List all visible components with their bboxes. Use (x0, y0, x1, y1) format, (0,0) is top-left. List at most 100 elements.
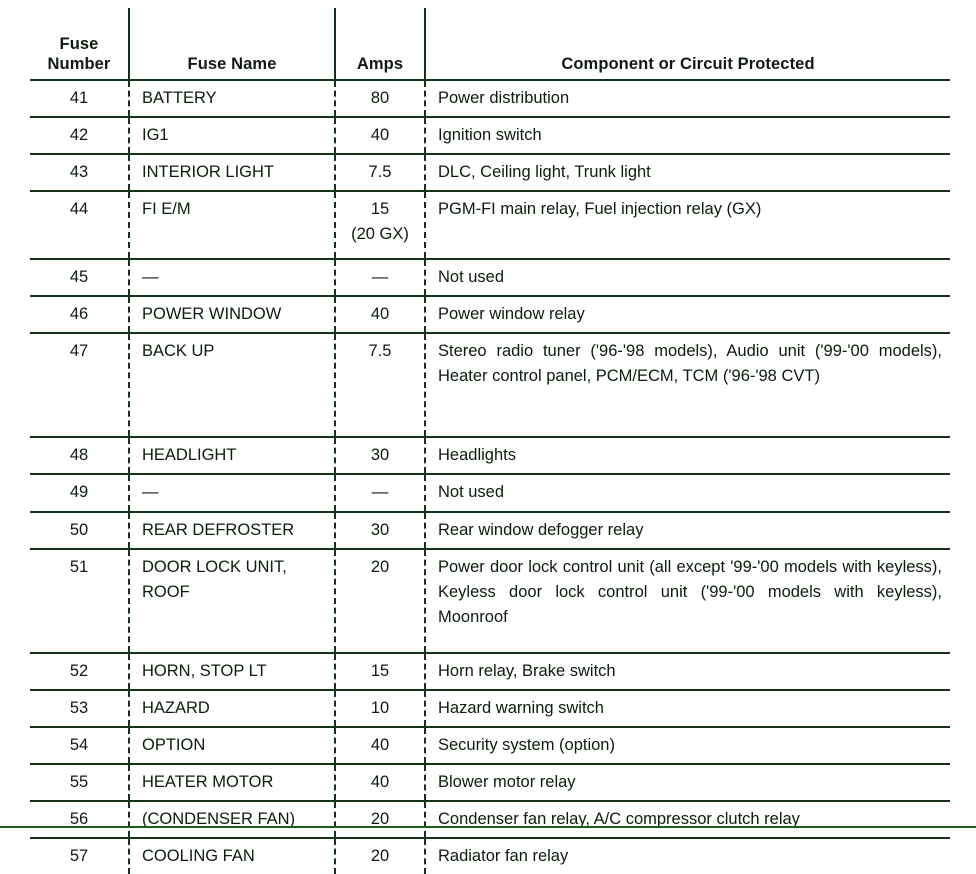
cell-fuse-number: 46 (30, 296, 129, 335)
cell-amps: 30 (334, 437, 425, 476)
cell-fuse-number: 52 (30, 652, 129, 691)
cell-fuse-name: (CONDENSER FAN) (128, 800, 335, 840)
cell-amps: 20 (334, 800, 425, 840)
table-header-row: Fuse Number Fuse Name Amps Component or … (30, 8, 950, 81)
cell-amps: 15 (20 GX) (334, 191, 425, 261)
cell-fuse-number: 43 (30, 154, 129, 193)
component-text: Power window relay (438, 305, 585, 324)
amps-value: 15 (370, 200, 390, 219)
table-row: 47 BACK UP 7.5 Stereo radio tuner ('96-'98 … (30, 333, 950, 439)
cell-amps: 40 (334, 296, 425, 335)
table-row: 42 IG1 40 Ignition switch (30, 117, 950, 156)
amps-value: 30 (370, 446, 390, 465)
cell-fuse-number: 48 (30, 437, 129, 476)
amps-value: — (371, 268, 389, 287)
amps-value: 20 (370, 557, 390, 576)
cell-amps: 7.5 (334, 333, 425, 439)
table-row: 49— — Not used (30, 474, 950, 513)
cell-fuse-number: 41 (30, 80, 129, 119)
column-header-component: Component or Circuit Protected (424, 8, 950, 81)
table-row: 46 POWER WINDOW 40 Power window relay (30, 296, 950, 335)
component-text: Radiator fan relay (438, 847, 569, 866)
component-text: Not used (438, 483, 505, 502)
table-row: 41 BATTERY 80 Power distribution (30, 80, 950, 119)
cell-component: Radiator fan relay (424, 838, 950, 874)
column-header-amps: Amps (334, 8, 425, 81)
amps-note: (20 GX) (351, 225, 409, 244)
table-row: 48 HEADLIGHT 30 Headlights (30, 437, 950, 476)
cell-fuse-number: 55 (30, 763, 129, 802)
cell-component: Headlights (424, 437, 950, 476)
component-text: Stereo radio tuner ('96-'98 models), Aud… (438, 342, 942, 386)
cell-amps: 15 (334, 652, 425, 691)
cell-component: Power distribution (424, 80, 950, 119)
cell-fuse-number: 45 (30, 259, 129, 298)
amps-value: 7.5 (368, 163, 392, 182)
cell-component: Blower motor relay (424, 763, 950, 802)
cell-fuse-number: 47 (30, 333, 129, 439)
cell-fuse-name: BACK UP (128, 333, 335, 439)
cell-fuse-name: BATTERY (128, 80, 335, 119)
component-text: Headlights (438, 446, 516, 465)
amps-value: 30 (370, 520, 390, 539)
cell-fuse-name: DOOR LOCK UNIT, ROOF (128, 548, 335, 654)
fuse-chart-page: Fuse Number Fuse Name Amps Component or … (0, 0, 976, 874)
amps-value: 40 (370, 735, 390, 754)
table-body: 41 BATTERY 80 Power distribution 42 IG1 40 Igni… (30, 80, 950, 874)
component-text: Hazard warning switch (438, 698, 604, 717)
cell-fuse-name: FI E/M (128, 191, 335, 261)
cell-fuse-number: 42 (30, 117, 129, 156)
cell-fuse-name: INTERIOR LIGHT (128, 154, 335, 193)
cell-fuse-name: COOLING FAN (128, 838, 335, 874)
fuse-table: Fuse Number Fuse Name Amps Component or … (30, 8, 950, 874)
cell-fuse-number: 50 (30, 511, 129, 550)
cell-amps: 40 (334, 726, 425, 765)
amps-value: 10 (370, 698, 390, 717)
cell-amps: 40 (334, 763, 425, 802)
cell-fuse-name: HORN, STOP LT (128, 652, 335, 691)
table-row: 57 COOLING FAN 20 Radiator fan relay (30, 838, 950, 874)
cell-amps: — (334, 474, 425, 513)
cell-component: Power door lock control unit (all except… (424, 548, 950, 654)
column-header-fuse-number-line1: Fuse (59, 35, 99, 54)
amps-value: 40 (370, 772, 390, 791)
amps-value: 40 (370, 305, 390, 324)
cell-amps: 80 (334, 80, 425, 119)
cell-component: Not used (424, 474, 950, 513)
cell-component: Ignition switch (424, 117, 950, 156)
cell-fuse-number: 57 (69, 847, 89, 866)
component-text: Ignition switch (438, 126, 542, 145)
table-row: 50 REAR DEFROSTER 30 Rear window defogger r… (30, 511, 950, 550)
cell-fuse-number: 44 (30, 191, 129, 261)
column-header-fuse-number-line2: Number (47, 54, 111, 73)
component-text: Not used (438, 268, 505, 287)
cell-fuse-number: 56 (30, 800, 129, 840)
component-text: Horn relay, Brake switch (438, 661, 616, 680)
amps-value: 80 (370, 89, 390, 107)
component-text: Power door lock control unit (all except… (438, 557, 942, 626)
cell-amps: 20 (334, 548, 425, 654)
table-row: 53 HAZARD 10 Hazard warning switch (30, 689, 950, 728)
component-text: Power distribution (438, 89, 570, 107)
amps-value: 20 (370, 847, 390, 866)
table-row: 52 HORN, STOP LT 15 Horn relay, Brake switc… (30, 652, 950, 691)
component-text: DLC, Ceiling light, Trunk light (438, 163, 651, 182)
cell-amps: 20 (334, 838, 425, 874)
component-text: Blower motor relay (438, 772, 576, 791)
amps-value: 7.5 (368, 342, 392, 361)
column-header-fuse-number: Fuse Number (30, 8, 129, 81)
cell-component: Not used (424, 259, 950, 298)
cell-component: Horn relay, Brake switch (424, 652, 950, 691)
table-row: 51 DOOR LOCK UNIT, ROOF 20 Power door lock … (30, 548, 950, 654)
amps-value: — (371, 483, 389, 502)
cell-fuse-name: REAR DEFROSTER (128, 511, 335, 550)
cell-component: Power window relay (424, 296, 950, 335)
table-row: 56 (CONDENSER FAN) 20 Condenser fan relay, … (30, 800, 950, 840)
amps-value: 40 (370, 126, 390, 145)
amps-value: 15 (370, 661, 390, 680)
table-row: 44 FI E/M 15 (20 GX) PGM-FI main relay, Fuel… (30, 191, 950, 261)
column-header-fuse-name: Fuse Name (128, 8, 335, 81)
cell-component: Hazard warning switch (424, 689, 950, 728)
cell-component: PGM-FI main relay, Fuel injection relay … (424, 191, 950, 261)
cell-component: Rear window defogger relay (424, 511, 950, 550)
